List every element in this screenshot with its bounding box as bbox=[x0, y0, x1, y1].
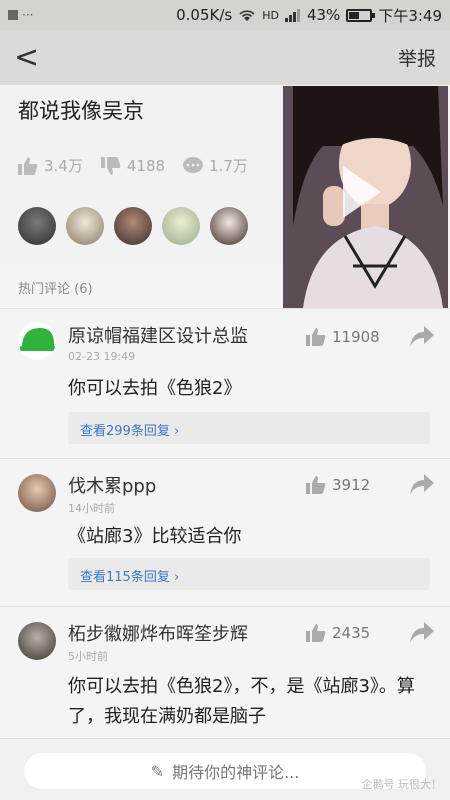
comment-author[interactable]: 柘步徽娜烨布晖筌步辉 bbox=[68, 620, 248, 646]
network-speed: 0.05K/s bbox=[176, 6, 233, 24]
thumbs-up-icon bbox=[306, 328, 326, 346]
share-button[interactable] bbox=[410, 326, 434, 352]
comment-text: 《站廊3》比较适合你 bbox=[68, 526, 242, 547]
signal-icon bbox=[284, 9, 300, 22]
divider bbox=[0, 308, 450, 309]
comment-bubble-icon bbox=[183, 156, 204, 173]
comment-like-count: 11908 bbox=[332, 328, 380, 346]
dislike-stat[interactable]: 4188 bbox=[100, 155, 166, 176]
image-notification-icon bbox=[8, 10, 18, 20]
watermark: 企鹅号 玩很大！ bbox=[361, 778, 443, 791]
comment-time: 14小时前 bbox=[68, 502, 115, 515]
comment-text: 你可以去拍《色狼2》 bbox=[68, 378, 242, 399]
comment-item: 柘步徽娜烨布晖筌步辉 5小时前 2435 你可以去拍《色狼2》，不，是《站廊3》… bbox=[0, 610, 450, 738]
like-stat[interactable]: 3.4万 bbox=[18, 155, 83, 176]
comment-bar: ✎ 期待你的神评论... 企鹅号 玩很大！ bbox=[0, 738, 450, 800]
battery-icon bbox=[346, 8, 376, 22]
hot-comments-header: 热门评论 (6) bbox=[18, 282, 93, 297]
avatar bbox=[66, 207, 104, 245]
comment-like-count: 3912 bbox=[332, 476, 371, 494]
pencil-icon: ✎ bbox=[150, 761, 165, 781]
avatar bbox=[114, 207, 152, 245]
share-arrow-icon bbox=[410, 326, 434, 347]
nav-bar: < 举报 bbox=[0, 30, 450, 85]
wifi-icon bbox=[239, 10, 255, 21]
more-notifications-icon: ··· bbox=[22, 8, 34, 22]
view-replies-link[interactable]: 查看115条回复 › bbox=[68, 558, 430, 590]
video-thumbnail[interactable] bbox=[283, 86, 448, 308]
share-button[interactable] bbox=[410, 622, 434, 648]
battery-percent: 43% bbox=[306, 6, 341, 24]
comment-like-count: 2435 bbox=[332, 624, 371, 642]
notification-icons: ··· bbox=[8, 8, 33, 22]
dislike-count: 4188 bbox=[126, 156, 166, 175]
comment-time: 02-23 19:49 bbox=[68, 350, 136, 363]
comment-item: 原谅帽福建区设计总监 02-23 19:49 11908 你可以去拍《色狼2》 … bbox=[0, 310, 450, 460]
comment-like-button[interactable]: 3912 bbox=[306, 476, 370, 494]
article-stats: 3.4万 4188 1.7万 bbox=[18, 155, 248, 176]
divider bbox=[0, 606, 450, 607]
clock: 下午3:49 bbox=[378, 6, 442, 25]
share-button[interactable] bbox=[410, 474, 434, 500]
comment-count: 1.7万 bbox=[209, 157, 248, 175]
avatar bbox=[18, 207, 56, 245]
comment-author[interactable]: 伐木累ppp bbox=[68, 472, 156, 498]
back-button[interactable]: < bbox=[14, 42, 39, 73]
report-button[interactable]: 举报 bbox=[398, 44, 436, 71]
comment-like-button[interactable]: 11908 bbox=[306, 328, 380, 346]
comment-text: 你可以去拍《色狼2》，不，是《站廊3》。算了，我现在满奶都是脑子 bbox=[68, 676, 415, 727]
status-bar: ··· 0.05K/s HD 43% 下午3:49 bbox=[0, 0, 450, 30]
comment-item: 伐木累ppp 14小时前 3912 《站廊3》比较适合你 查看115条回复 › bbox=[0, 462, 450, 612]
avatar[interactable] bbox=[18, 622, 56, 660]
comment-like-button[interactable]: 2435 bbox=[306, 624, 370, 642]
thumbs-up-icon bbox=[18, 156, 38, 175]
comment-author[interactable]: 原谅帽福建区设计总监 bbox=[68, 322, 248, 348]
green-hat-icon bbox=[20, 328, 56, 351]
comment-input-placeholder: 期待你的神评论... bbox=[172, 763, 300, 782]
play-icon bbox=[343, 166, 381, 218]
volte-label: HD bbox=[262, 8, 279, 22]
article-title: 都说我像吴京 bbox=[18, 99, 144, 123]
like-count: 3.4万 bbox=[44, 157, 83, 175]
avatar[interactable] bbox=[18, 322, 56, 360]
share-arrow-icon bbox=[410, 622, 434, 643]
liker-avatars[interactable] bbox=[18, 207, 248, 245]
avatar bbox=[162, 207, 200, 245]
comment-stat[interactable]: 1.7万 bbox=[183, 155, 248, 176]
comment-time: 5小时前 bbox=[68, 650, 108, 663]
avatar bbox=[210, 207, 248, 245]
thumbs-down-icon bbox=[100, 156, 121, 175]
divider bbox=[0, 458, 450, 459]
avatar[interactable] bbox=[18, 474, 56, 512]
view-replies-link[interactable]: 查看299条回复 › bbox=[68, 412, 430, 444]
thumbs-up-icon bbox=[306, 624, 326, 642]
share-arrow-icon bbox=[410, 474, 434, 495]
thumbs-up-icon bbox=[306, 476, 326, 494]
